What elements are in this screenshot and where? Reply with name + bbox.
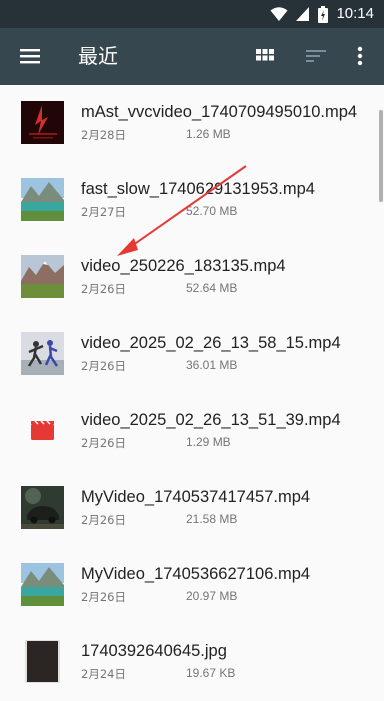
mountain-valley-thumbnail [21, 255, 64, 298]
red-dark-thumbnail [21, 101, 64, 144]
signal-icon [296, 7, 310, 21]
list-item[interactable]: mAst_vvcvideo_1740709495010.mp4 2月28日 1.… [0, 85, 384, 162]
file-size: 19.67 KB [186, 666, 236, 680]
dark-photo-thumbnail [21, 640, 64, 683]
file-date: 2月26日 [81, 513, 126, 527]
file-list: mAst_vvcvideo_1740709495010.mp4 2月28日 1.… [0, 85, 384, 701]
video-clapper-icon [21, 409, 64, 452]
file-name: video_2025_02_26_13_51_39.mp4 [81, 411, 341, 429]
more-vert-icon[interactable] [348, 44, 372, 68]
car-dark-thumbnail [21, 486, 64, 529]
list-item[interactable]: MyVideo_1740536627106.mp4 2月26日 20.97 MB [0, 547, 384, 624]
file-date: 2月26日 [81, 590, 126, 604]
file-size: 52.70 MB [186, 204, 238, 218]
file-name: 1740392640645.jpg [81, 642, 227, 660]
list-item[interactable]: video_250226_183135.mp4 2月26日 52.64 MB [0, 239, 384, 316]
file-size: 1.29 MB [186, 435, 231, 449]
lake-mountain-thumbnail [21, 563, 64, 606]
battery-icon [318, 5, 329, 23]
toolbar: 最近 [0, 28, 384, 85]
wifi-icon [270, 7, 288, 21]
dancers-thumbnail [21, 332, 64, 375]
status-bar: 10:14 [0, 0, 384, 28]
file-date: 2月28日 [81, 128, 126, 142]
list-item[interactable]: fast_slow_1740629131953.mp4 2月27日 52.70 … [0, 162, 384, 239]
file-name: MyVideo_1740536627106.mp4 [81, 565, 311, 583]
file-date: 2月26日 [81, 436, 126, 450]
lake-mountain-thumbnail [21, 178, 64, 221]
file-name: mAst_vvcvideo_1740709495010.mp4 [81, 103, 358, 121]
sort-icon[interactable] [304, 44, 328, 68]
file-date: 2月24日 [81, 667, 126, 681]
file-size: 52.64 MB [186, 281, 238, 295]
list-item[interactable]: MyVideo_1740537417457.mp4 2月26日 21.58 MB [0, 470, 384, 547]
file-date: 2月26日 [81, 359, 126, 373]
file-date: 2月26日 [81, 282, 126, 296]
file-name: fast_slow_1740629131953.mp4 [81, 180, 315, 198]
file-name: video_2025_02_26_13_58_15.mp4 [81, 334, 341, 352]
scrollbar[interactable] [379, 110, 383, 202]
file-size: 20.97 MB [186, 589, 238, 603]
file-name: video_250226_183135.mp4 [81, 257, 286, 275]
page-title: 最近 [78, 44, 118, 68]
file-size: 21.58 MB [186, 512, 238, 526]
file-date: 2月27日 [81, 205, 126, 219]
menu-icon[interactable] [18, 44, 42, 68]
list-item[interactable]: 1740392640645.jpg 2月24日 19.67 KB [0, 624, 384, 701]
list-item[interactable]: video_2025_02_26_13_58_15.mp4 2月26日 36.0… [0, 316, 384, 393]
file-name: MyVideo_1740537417457.mp4 [81, 488, 311, 506]
status-time: 10:14 [336, 5, 374, 22]
file-size: 36.01 MB [186, 358, 238, 372]
grid-view-icon[interactable] [253, 44, 277, 68]
file-size: 1.26 MB [186, 127, 231, 141]
list-item[interactable]: video_2025_02_26_13_51_39.mp4 2月26日 1.29… [0, 393, 384, 470]
